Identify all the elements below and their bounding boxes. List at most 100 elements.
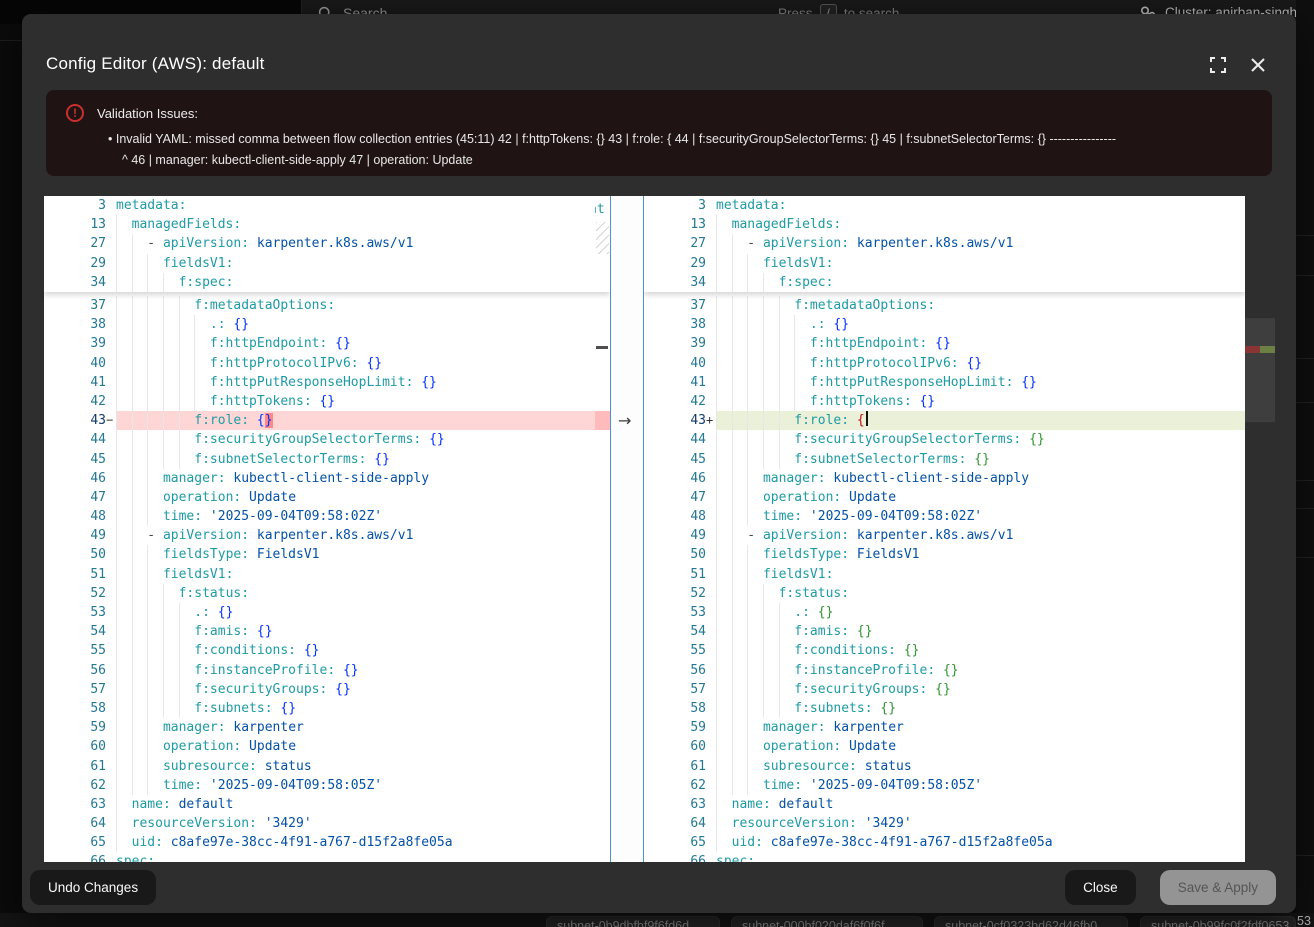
diff-marker <box>106 661 116 680</box>
diff-marker: + <box>706 411 716 430</box>
diff-marker <box>106 430 116 449</box>
diff-marker <box>706 852 716 862</box>
code-line: 40f:httpProtocolIPv6: {} <box>44 354 610 373</box>
diff-marker <box>706 545 716 564</box>
line-number: 49 <box>644 526 706 545</box>
diff-marker <box>106 373 116 392</box>
line-number: 64 <box>44 814 106 833</box>
diff-marker: − <box>106 411 116 430</box>
code-line: 41f:httpPutResponseHopLimit: {} <box>44 373 610 392</box>
line-number: 46 <box>44 469 106 488</box>
code-line: 55f:conditions: {} <box>644 641 1245 660</box>
code-line: 44f:securityGroupSelectorTerms: {} <box>44 430 610 449</box>
code-line: 50fieldsType: FieldsV1 <box>644 545 1245 564</box>
line-number: 65 <box>644 833 706 852</box>
code-line: 42f:httpTokens: {} <box>44 392 610 411</box>
diff-marker <box>706 254 716 273</box>
save-apply-button[interactable]: Save & Apply <box>1160 870 1276 905</box>
diff-marker <box>706 234 716 253</box>
code-line: 50fieldsType: FieldsV1 <box>44 545 610 564</box>
line-number: 63 <box>44 795 106 814</box>
line-number: 3 <box>44 196 106 215</box>
code-line: 66spec: <box>644 852 1245 862</box>
diff-original-pane[interactable]: 3metadata:13managedFields:27- apiVersion… <box>44 196 610 862</box>
line-number: 57 <box>44 680 106 699</box>
close-modal-button[interactable] <box>1247 54 1269 76</box>
diff-marker <box>706 196 716 215</box>
line-number: 40 <box>644 354 706 373</box>
error-icon: ! <box>66 104 84 122</box>
diff-marker <box>106 254 116 273</box>
code-line: 64resourceVersion: '3429' <box>644 814 1245 833</box>
diff-marker <box>106 584 116 603</box>
diff-marker <box>706 622 716 641</box>
diff-marker <box>106 215 116 234</box>
close-icon <box>1250 57 1266 73</box>
line-number: 55 <box>44 641 106 660</box>
line-number: 61 <box>644 757 706 776</box>
diff-marker <box>106 450 116 469</box>
code-line: 54f:amis: {} <box>644 622 1245 641</box>
undo-changes-button[interactable]: Undo Changes <box>30 870 156 905</box>
diff-marker <box>106 795 116 814</box>
diff-modified-pane[interactable]: 3metadata:13managedFields:27- apiVersion… <box>644 196 1245 862</box>
diff-marker <box>706 430 716 449</box>
line-number: 27 <box>644 234 706 253</box>
line-number: 39 <box>644 334 706 353</box>
diff-marker <box>706 392 716 411</box>
code-line: 43+f:role: { <box>644 411 1245 430</box>
code-line: 48time: '2025-09-04T09:58:02Z' <box>44 507 610 526</box>
line-number: 34 <box>644 273 706 292</box>
code-line: 38.: {} <box>44 315 610 334</box>
code-line: 58f:subnets: {} <box>644 699 1245 718</box>
code-line: 65uid: c8afe97e-38cc-4f91-a767-d15f2a8fe… <box>44 833 610 852</box>
diff-marker <box>706 680 716 699</box>
line-number: 51 <box>44 565 106 584</box>
clipped-cell-fragment: 53 <box>1297 914 1311 927</box>
line-number: 41 <box>644 373 706 392</box>
diff-marker <box>706 488 716 507</box>
close-button[interactable]: Close <box>1065 870 1136 905</box>
left-scrollbar-track[interactable]: at <box>595 196 610 862</box>
line-number: 13 <box>44 215 106 234</box>
diff-marker <box>706 584 716 603</box>
diff-marker <box>706 315 716 334</box>
modal-footer: Undo Changes Close Save & Apply <box>22 862 1296 913</box>
diff-marker <box>706 833 716 852</box>
diff-overview-ruler[interactable] <box>1245 196 1275 862</box>
line-number: 34 <box>44 273 106 292</box>
code-line: 59manager: karpenter <box>644 718 1245 737</box>
line-number: 50 <box>44 545 106 564</box>
line-number: 58 <box>644 699 706 718</box>
sticky-scroll-left: 3metadata:13managedFields:27- apiVersion… <box>44 196 610 292</box>
code-line: 62time: '2025-09-04T09:58:05Z' <box>44 776 610 795</box>
diff-gutter-sash[interactable]: → <box>610 196 644 862</box>
line-number: 13 <box>644 215 706 234</box>
line-number: 38 <box>44 315 106 334</box>
code-line: 37f:metadataOptions: <box>644 296 1245 315</box>
code-line: 45f:subnetSelectorTerms: {} <box>44 450 610 469</box>
diff-marker <box>706 795 716 814</box>
line-number: 56 <box>644 661 706 680</box>
code-line: 63name: default <box>644 795 1245 814</box>
line-number: 47 <box>644 488 706 507</box>
sticky-line: 3metadata: <box>644 196 1245 215</box>
line-number: 48 <box>44 507 106 526</box>
line-number: 57 <box>644 680 706 699</box>
revert-arrow-icon[interactable]: → <box>618 411 631 430</box>
diff-marker <box>106 392 116 411</box>
line-number: 52 <box>644 584 706 603</box>
diff-marker <box>106 718 116 737</box>
diff-marker <box>106 469 116 488</box>
overview-viewport-slider[interactable] <box>1245 318 1275 422</box>
code-line: 57f:securityGroups: {} <box>44 680 610 699</box>
line-number: 44 <box>644 430 706 449</box>
code-line: 59manager: karpenter <box>44 718 610 737</box>
fullscreen-button[interactable] <box>1207 54 1229 76</box>
line-number: 42 <box>644 392 706 411</box>
sticky-line: 29fieldsV1: <box>44 254 610 273</box>
code-line: 56f:instanceProfile: {} <box>44 661 610 680</box>
code-line: 39f:httpEndpoint: {} <box>44 334 610 353</box>
diff-marker <box>106 488 116 507</box>
line-number: 59 <box>644 718 706 737</box>
